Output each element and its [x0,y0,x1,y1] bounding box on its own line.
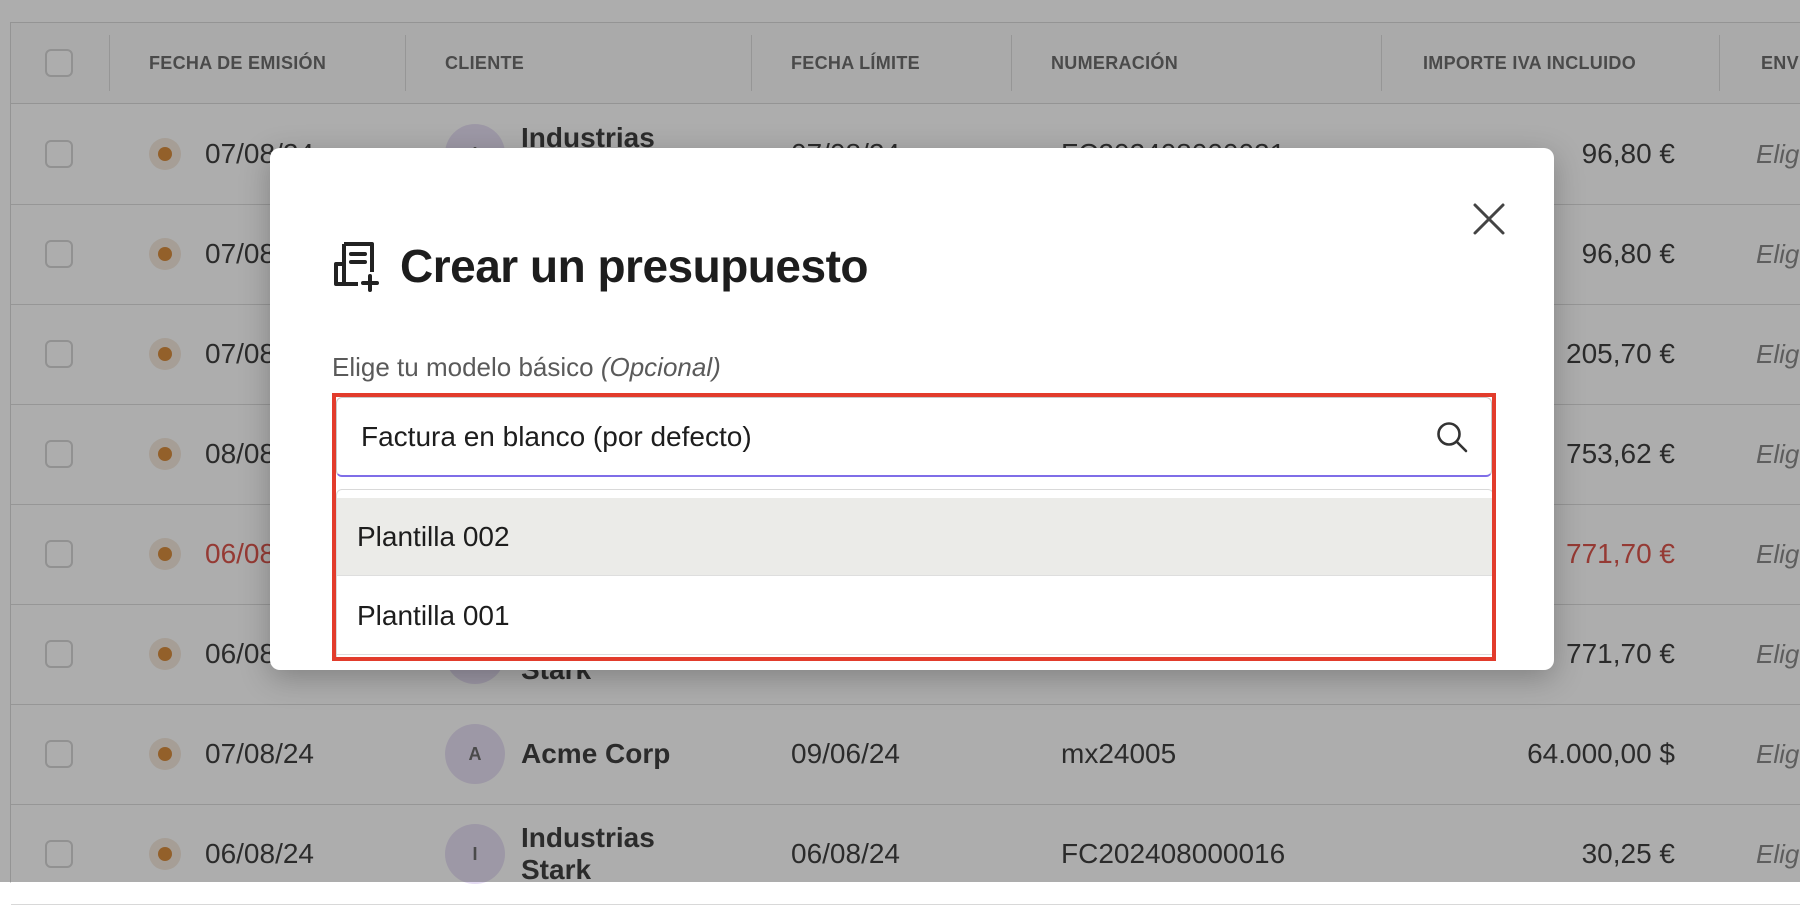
modal-header: Crear un presupuesto [332,230,869,302]
focus-highlight [332,393,1496,661]
template-field-label-text: Elige tu modelo básico [332,352,594,382]
optional-tag: (Opcional) [600,352,721,382]
create-quote-modal: Crear un presupuesto Elige tu modelo bás… [270,148,1554,670]
modal-title: Crear un presupuesto [400,240,869,292]
invoice-add-icon [334,242,379,292]
template-field-label: Elige tu modelo básico (Opcional) [332,352,721,383]
close-button[interactable] [1460,190,1518,248]
close-icon [1473,203,1505,235]
